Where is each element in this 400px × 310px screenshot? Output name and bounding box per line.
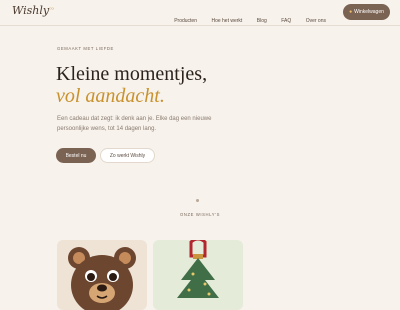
hero-description: Een cadeau dat zegt: ik denk aan je. Elk… bbox=[57, 116, 212, 132]
how-it-works-button[interactable]: Zo werkt Wishly bbox=[100, 148, 155, 163]
scroll-indicator-dot bbox=[196, 199, 199, 202]
nav-link-over-ons[interactable]: Over ons bbox=[306, 18, 326, 24]
order-now-button[interactable]: Bestel nu bbox=[56, 148, 96, 163]
nav-link-producten[interactable]: Producten bbox=[174, 18, 197, 24]
products-section-label: ONZE WISHLY'S bbox=[180, 212, 220, 217]
nav-links: Producten Hoe het werkt Blog FAQ Over on… bbox=[164, 9, 326, 27]
cart-button[interactable]: ● Winkelwagen bbox=[343, 4, 390, 20]
hero-title-accent: vol aandacht. bbox=[56, 85, 165, 107]
cart-button-label: Winkelwagen bbox=[354, 9, 384, 15]
bag-icon: ● bbox=[349, 9, 353, 15]
top-navigation: Wishlyco Producten Hoe het werkt Blog FA… bbox=[0, 0, 400, 26]
nav-link-hoe-het-werkt[interactable]: Hoe het werkt bbox=[211, 18, 242, 24]
hero-title: Kleine momentjes, bbox=[56, 63, 208, 85]
nav-link-blog[interactable]: Blog bbox=[257, 18, 267, 24]
hero-eyebrow: GEMAAKT MET LIEFDE bbox=[57, 46, 114, 51]
brand-logo[interactable]: Wishlyco bbox=[12, 4, 54, 17]
nav-link-faq[interactable]: FAQ bbox=[281, 18, 291, 24]
